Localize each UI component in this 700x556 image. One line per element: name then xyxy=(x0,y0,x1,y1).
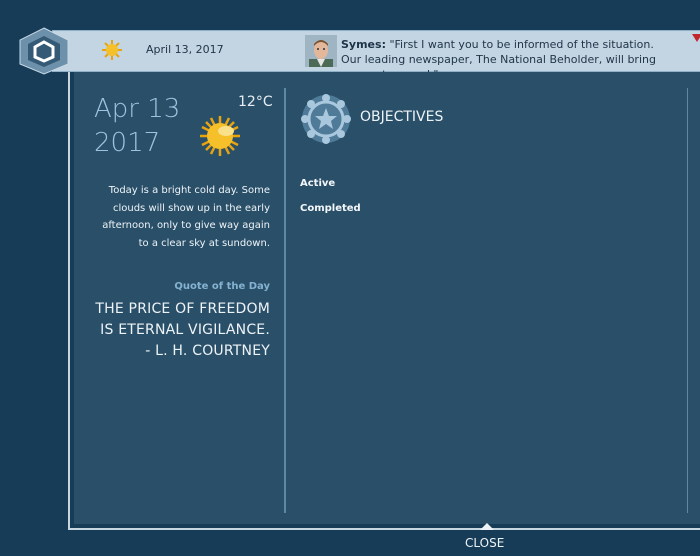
column-divider xyxy=(284,88,286,513)
weather-date-day: Apr 13 xyxy=(94,94,181,124)
sun-icon xyxy=(102,40,122,60)
quote-line: IS ETERNAL VIGILANCE. xyxy=(100,322,270,338)
objectives-title: OBJECTIVES xyxy=(360,109,444,125)
sun-icon xyxy=(196,114,244,158)
alert-icon xyxy=(692,34,700,42)
weather-description: Today is a bright cold day. Some clouds … xyxy=(102,185,270,249)
objectives-star-icon xyxy=(300,93,352,145)
filter-active[interactable]: Active xyxy=(300,178,335,189)
quote-line: THE PRICE OF FREEDOM xyxy=(95,301,270,317)
close-button[interactable]: CLOSE xyxy=(465,536,504,550)
filter-completed[interactable]: Completed xyxy=(300,203,361,214)
column-divider-right xyxy=(687,88,688,513)
speaker-name: Symes: xyxy=(341,38,386,51)
close-caret-icon xyxy=(480,523,494,530)
weather-date: Apr 13 2017 xyxy=(94,92,180,160)
temperature: 12°C xyxy=(238,94,273,110)
avatar xyxy=(305,35,337,67)
quote-text: THE PRICE OF FREEDOM IS ETERNAL VIGILANC… xyxy=(90,299,270,362)
app-logo[interactable] xyxy=(16,26,72,76)
topbar-date: April 13, 2017 xyxy=(146,43,224,56)
weather-date-year: 2017 xyxy=(94,128,161,158)
quote-label: Quote of the Day xyxy=(174,281,270,292)
quote-author: - L. H. COURTNEY xyxy=(145,343,270,359)
